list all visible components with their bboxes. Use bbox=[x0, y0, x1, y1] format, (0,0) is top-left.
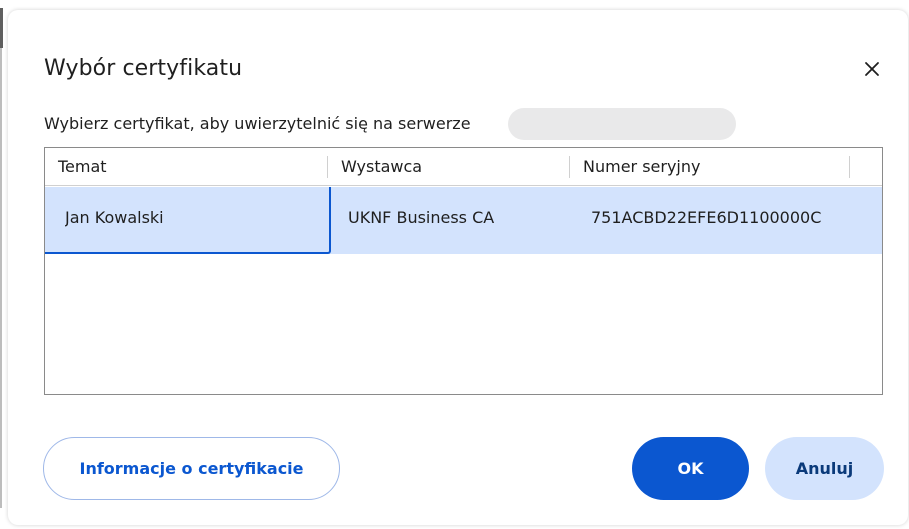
dialog-title: Wybór certyfikatu bbox=[44, 56, 243, 81]
close-icon bbox=[865, 62, 879, 76]
cell-serial: 751ACBD22EFE6D1100000C bbox=[591, 208, 822, 227]
table-header: Temat Wystawca Numer seryjny bbox=[45, 148, 882, 186]
column-header-serial[interactable]: Numer seryjny bbox=[583, 148, 700, 186]
column-divider[interactable] bbox=[849, 156, 850, 178]
column-header-issuer[interactable]: Wystawca bbox=[341, 148, 422, 186]
cancel-button[interactable]: Anuluj bbox=[765, 437, 884, 500]
underlying-window-edge bbox=[0, 8, 2, 508]
server-name-placeholder bbox=[508, 108, 736, 140]
cell-issuer: UKNF Business CA bbox=[348, 208, 495, 227]
underlying-window-edge-dark bbox=[0, 8, 3, 48]
certificate-dialog: Wybór certyfikatu Wybierz certyfikat, ab… bbox=[8, 10, 908, 525]
certificate-table: Temat Wystawca Numer seryjny Jan Kowalsk… bbox=[44, 147, 883, 395]
column-header-subject[interactable]: Temat bbox=[58, 148, 107, 186]
ok-button[interactable]: OK bbox=[632, 437, 749, 500]
close-button[interactable] bbox=[858, 55, 886, 83]
dialog-subtitle: Wybierz certyfikat, aby uwierzytelnić si… bbox=[44, 114, 471, 133]
certificate-info-button[interactable]: Informacje o certyfikacie bbox=[43, 437, 340, 500]
column-divider[interactable] bbox=[569, 156, 570, 178]
cell-subject: Jan Kowalski bbox=[65, 208, 164, 227]
table-row[interactable]: Jan Kowalski UKNF Business CA 751ACBD22E… bbox=[45, 187, 882, 254]
column-divider[interactable] bbox=[327, 156, 328, 178]
